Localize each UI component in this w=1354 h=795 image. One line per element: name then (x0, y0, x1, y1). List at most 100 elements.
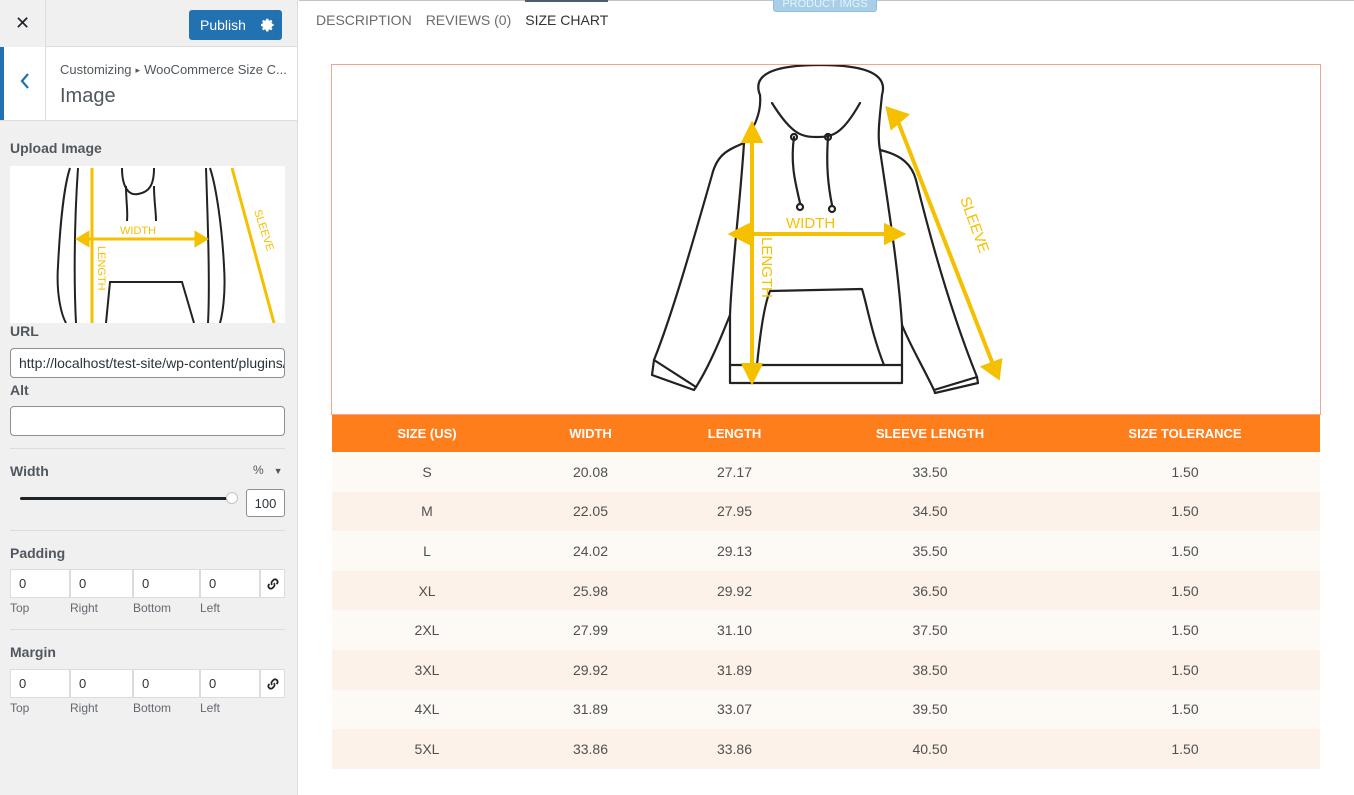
table-row: 2XL 27.99 31.10 37.50 1.50 (332, 610, 1320, 650)
table-cell: 31.89 (522, 689, 659, 730)
table-cell: 1.50 (1050, 610, 1320, 650)
table-cell: 2XL (332, 610, 522, 650)
breadcrumb: Customizing ▸ WooCommerce Size C... (60, 62, 287, 77)
width-unit-select[interactable]: % ▼ (253, 463, 283, 477)
table-row: 3XL 29.92 31.89 38.50 1.50 (332, 649, 1320, 690)
table-row: S 20.08 27.17 33.50 1.50 (332, 452, 1320, 492)
caret-down-icon: ▼ (273, 466, 283, 476)
diagram-width-text: WIDTH (786, 215, 835, 232)
table-cell: 1.50 (1050, 491, 1320, 532)
bottom-label: Bottom (133, 701, 172, 715)
table-cell: 34.50 (810, 491, 1050, 532)
publish-button-group: Publish (189, 10, 282, 40)
width-label: Width (10, 463, 49, 479)
table-row: L 24.02 29.13 35.50 1.50 (332, 531, 1320, 571)
padding-inputs: 0 0 0 0 (10, 569, 285, 598)
table-cell: 40.50 (810, 729, 1050, 769)
table-row: XL 25.98 29.92 36.50 1.50 (332, 570, 1320, 611)
back-button[interactable] (0, 47, 46, 120)
diagram-sleeve-text: SLEEVE (956, 195, 992, 256)
product-images-tag[interactable]: PRODUCT IMGS (773, 0, 877, 12)
sidebar-header: ✕ Publish (0, 0, 297, 47)
table-cell: 36.50 (810, 570, 1050, 611)
column-header: SLEEVE LENGTH (810, 415, 1050, 452)
product-tabs: DESCRIPTION REVIEWS (0) SIZE CHART (316, 0, 622, 34)
padding-left-input[interactable]: 0 (200, 569, 260, 598)
width-slider-handle[interactable] (226, 492, 238, 504)
upload-image-preview[interactable]: WIDTH LENGTH SLEEVE (10, 166, 285, 323)
tab-size-chart[interactable]: SIZE CHART (525, 0, 608, 34)
customizer-sidebar: ✕ Publish Customizing ▸ WooCommerce Size C… (0, 0, 298, 795)
table-cell: 38.50 (810, 649, 1050, 690)
section-header: Customizing ▸ WooCommerce Size C... Image (0, 47, 297, 121)
table-cell: 31.89 (659, 649, 810, 690)
top-label: Top (10, 601, 30, 615)
width-number-input[interactable]: 100 (246, 489, 285, 517)
table-cell: 29.92 (659, 570, 810, 611)
site-preview: PRODUCT IMGS DESCRIPTION REVIEWS (0) SIZ… (299, 0, 1354, 795)
table-cell: 29.13 (659, 531, 810, 571)
table-cell: 27.17 (659, 452, 810, 492)
table-cell: 1.50 (1050, 531, 1320, 571)
table-header-row: SIZE (US) WIDTH LENGTH SLEEVE LENGTH SIZ… (332, 415, 1320, 452)
close-icon: ✕ (14, 13, 31, 33)
gear-icon[interactable] (253, 10, 282, 40)
table-cell: XL (332, 570, 522, 611)
table-cell: 22.05 (522, 491, 659, 532)
size-chart-table: SIZE (US) WIDTH LENGTH SLEEVE LENGTH SIZ… (332, 415, 1320, 769)
table-cell: 1.50 (1050, 452, 1320, 492)
table-cell: 1.50 (1050, 729, 1320, 769)
divider (10, 629, 285, 630)
column-header: LENGTH (659, 415, 810, 452)
table-cell: 37.50 (810, 610, 1050, 650)
top-label: Top (10, 701, 30, 715)
table-cell: 33.50 (810, 452, 1050, 492)
breadcrumb-section: WooCommerce Size C... (144, 62, 287, 77)
tab-reviews[interactable]: REVIEWS (0) (426, 0, 512, 34)
size-chart-image: WIDTH LENGTH SLEEVE (331, 63, 1321, 415)
left-label: Left (200, 601, 221, 615)
breadcrumb-root: Customizing (60, 62, 132, 77)
table-cell: S (332, 452, 522, 492)
link-icon[interactable] (260, 669, 285, 698)
table-cell: 29.92 (522, 649, 659, 690)
tab-description[interactable]: DESCRIPTION (316, 0, 412, 34)
divider (10, 448, 285, 449)
margin-top-input[interactable]: 0 (10, 669, 70, 698)
table-cell: 1.50 (1050, 689, 1320, 730)
table-cell: 33.86 (659, 729, 810, 769)
size-chart-body: S 20.08 27.17 33.50 1.50 M 22.05 27.95 34.50 1.50… (332, 452, 1320, 769)
close-button[interactable]: ✕ (0, 0, 46, 47)
divider (10, 530, 285, 531)
margin-label: Margin (10, 644, 56, 660)
alt-field[interactable] (10, 406, 285, 436)
alt-label: Alt (10, 382, 29, 398)
chevron-left-icon (20, 72, 30, 95)
padding-top-input[interactable]: 0 (10, 569, 70, 598)
table-cell: 20.08 (522, 452, 659, 492)
table-cell: M (332, 491, 522, 532)
margin-right-input[interactable]: 0 (70, 669, 133, 698)
upload-image-label: Upload Image (10, 140, 102, 156)
column-header: SIZE (US) (332, 415, 522, 452)
preview-width-text: WIDTH (120, 225, 156, 237)
url-field[interactable]: http://localhost/test-site/wp-content/pl… (10, 348, 285, 378)
link-icon[interactable] (260, 569, 285, 598)
left-label: Left (200, 701, 221, 715)
table-row: 4XL 31.89 33.07 39.50 1.50 (332, 689, 1320, 730)
publish-button[interactable]: Publish (189, 17, 253, 33)
column-header: WIDTH (522, 415, 659, 452)
padding-right-input[interactable]: 0 (70, 569, 133, 598)
padding-bottom-input[interactable]: 0 (133, 569, 200, 598)
table-cell: 1.50 (1050, 570, 1320, 611)
table-cell: 27.95 (659, 491, 810, 532)
table-cell: 1.50 (1050, 649, 1320, 690)
margin-inputs: 0 0 0 0 (10, 669, 285, 698)
diagram-length-text: LENGTH (758, 237, 775, 298)
table-cell: 4XL (332, 689, 522, 730)
table-cell: L (332, 531, 522, 571)
table-cell: 35.50 (810, 531, 1050, 571)
width-slider-track[interactable] (20, 497, 232, 500)
margin-bottom-input[interactable]: 0 (133, 669, 200, 698)
margin-left-input[interactable]: 0 (200, 669, 260, 698)
